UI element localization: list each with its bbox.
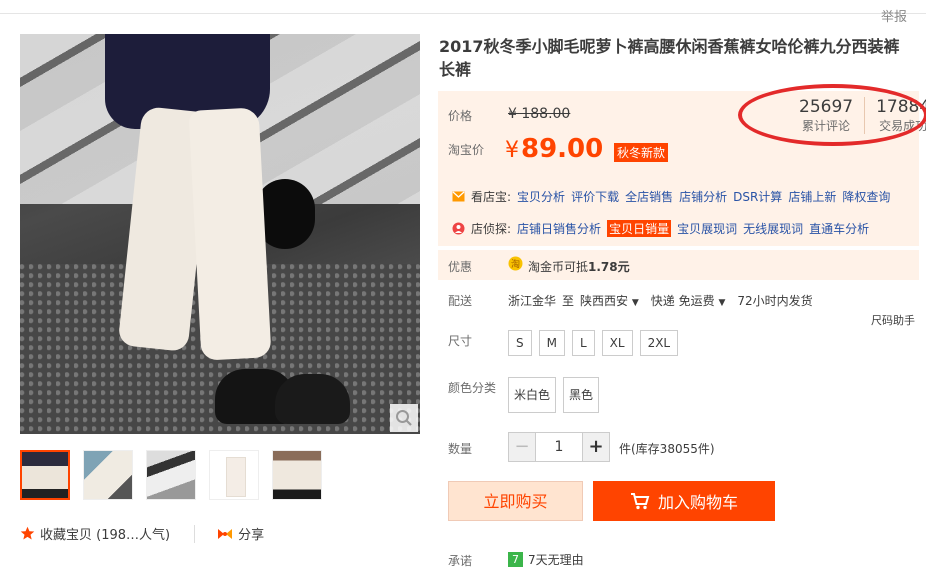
- discount-text: 淘金币可抵1.78元: [528, 258, 630, 275]
- thumbnail-3[interactable]: [146, 450, 196, 500]
- tool-dsr-calc[interactable]: DSR计算: [733, 188, 782, 205]
- mail-icon: [452, 191, 465, 202]
- add-to-cart-button[interactable]: 加入购物车: [593, 481, 775, 521]
- tool-shop-new[interactable]: 店铺上新: [788, 188, 836, 205]
- quantity-input[interactable]: 1: [536, 432, 582, 462]
- tool-item-analysis[interactable]: 宝贝分析: [517, 188, 565, 205]
- annotation-circle: [738, 84, 926, 146]
- favorite-label: 收藏宝贝 (198…人气): [40, 528, 171, 543]
- price-value: 89.00: [521, 134, 604, 164]
- color-options: 米白色 黑色: [508, 377, 600, 413]
- delivery-destination-select[interactable]: 陕西西安 ▼: [580, 292, 639, 309]
- main-product-image[interactable]: [20, 34, 420, 434]
- diantanzhen-label: 店侦探:: [471, 222, 512, 236]
- thumbnail-2[interactable]: [83, 450, 133, 500]
- promise-text: 7天无理由: [528, 553, 584, 567]
- size-options: S M L XL 2XL: [508, 330, 679, 356]
- tool-demotion-query[interactable]: 降权查询: [842, 188, 890, 205]
- size-option-m[interactable]: M: [538, 330, 565, 356]
- currency-symbol: ¥: [505, 138, 519, 163]
- color-option-offwhite[interactable]: 米白色: [508, 377, 557, 413]
- quantity-label: 数量: [448, 442, 473, 456]
- discount-amount: 1.78元: [588, 260, 630, 274]
- tool-shop-analysis[interactable]: 店铺分析: [679, 188, 727, 205]
- thumbnail-5[interactable]: [272, 450, 322, 500]
- quantity-increase-button[interactable]: +: [582, 432, 610, 462]
- discount-desc: 淘金币可抵: [528, 260, 589, 274]
- ship-time: 72小时内发货: [737, 294, 813, 308]
- quantity-stepper: − 1 +: [508, 432, 610, 462]
- delivery-destination: 陕西西安: [580, 294, 629, 308]
- original-price: ¥ 188.00: [508, 106, 571, 122]
- zoom-icon[interactable]: [390, 404, 418, 432]
- current-price: ¥89.00: [505, 134, 603, 164]
- tool-item-keywords[interactable]: 宝贝展现词: [677, 220, 737, 237]
- favorite-button[interactable]: 收藏宝贝 (198…人气): [20, 524, 170, 543]
- chevron-down-icon: ▼: [718, 298, 726, 308]
- chevron-down-icon: ▼: [631, 298, 639, 308]
- size-label: 尺寸: [448, 334, 473, 348]
- discount-label: 优惠: [448, 260, 473, 274]
- promise-label: 承诺: [448, 554, 473, 568]
- report-link[interactable]: 举报: [881, 6, 907, 25]
- stock-text: 件(库存38055件): [619, 442, 715, 456]
- delivery-info: 浙江金华 至 陕西西安 ▼ 快递 免运费 ▼ 72小时内发货: [508, 292, 813, 309]
- delivery-to-word: 至: [562, 294, 575, 308]
- image-actions: 收藏宝贝 (198…人气) 分享: [20, 524, 264, 543]
- cart-icon: [630, 493, 650, 510]
- svg-text:淘: 淘: [511, 258, 520, 270]
- discount-row: 优惠 淘 淘金币可抵1.78元: [438, 250, 919, 280]
- tool-item-daily-sales[interactable]: 宝贝日销量: [607, 220, 672, 237]
- detective-icon: [452, 222, 465, 235]
- shipping-method: 快递 免运费: [650, 294, 715, 308]
- thumbnail-strip: [20, 450, 322, 500]
- thumbnail-4[interactable]: [209, 450, 259, 500]
- diantanzhen-row: 店侦探: 店铺日销售分析 宝贝日销量 宝贝展现词 无线展现词 直通车分析: [452, 220, 869, 237]
- coin-icon: 淘: [508, 256, 523, 271]
- delivery-label: 配送: [448, 294, 473, 308]
- share-button[interactable]: 分享: [217, 524, 264, 543]
- color-label: 颜色分类: [448, 381, 497, 395]
- kandianbao-row: 看店宝: 宝贝分析 评价下载 全店销售 店铺分析 DSR计算 店铺上新 降权查询: [452, 188, 890, 205]
- tool-shop-sales[interactable]: 全店销售: [625, 188, 673, 205]
- add-to-cart-label: 加入购物车: [657, 493, 738, 512]
- color-option-black[interactable]: 黑色: [563, 377, 600, 413]
- tool-ztc-analysis[interactable]: 直通车分析: [809, 220, 869, 237]
- shipping-method-select[interactable]: 快递 免运费 ▼: [651, 292, 726, 309]
- star-icon: [20, 526, 35, 540]
- size-option-l[interactable]: L: [571, 330, 595, 356]
- product-title: 2017秋冬季小脚毛呢萝卜裤高腰休闲香蕉裤女哈伦裤九分西装裤长裤: [439, 37, 900, 79]
- size-option-xl[interactable]: XL: [601, 330, 633, 356]
- tool-wireless-keywords[interactable]: 无线展现词: [743, 220, 803, 237]
- share-label: 分享: [238, 528, 265, 543]
- promo-badge: 秋冬新款: [614, 143, 669, 162]
- buy-now-button[interactable]: 立即购买: [448, 481, 583, 521]
- tool-shop-daily-sales[interactable]: 店铺日销售分析: [517, 220, 601, 237]
- share-icon: [218, 528, 233, 539]
- size-option-s[interactable]: S: [508, 330, 532, 356]
- thumbnail-1[interactable]: [20, 450, 70, 500]
- top-divider: [0, 13, 926, 14]
- kandianbao-label: 看店宝:: [471, 190, 512, 204]
- taobao-price-label: 淘宝价: [448, 143, 485, 157]
- delivery-from: 浙江金华: [508, 294, 557, 308]
- size-helper-link[interactable]: 尺码助手: [871, 312, 915, 328]
- quantity-decrease-button[interactable]: −: [508, 432, 536, 462]
- size-option-2xl[interactable]: 2XL: [639, 330, 679, 356]
- seven-days-icon: 7: [508, 552, 523, 567]
- price-label: 价格: [448, 109, 473, 123]
- promise-item[interactable]: 7 7天无理由: [508, 551, 584, 568]
- tool-review-download[interactable]: 评价下载: [571, 188, 619, 205]
